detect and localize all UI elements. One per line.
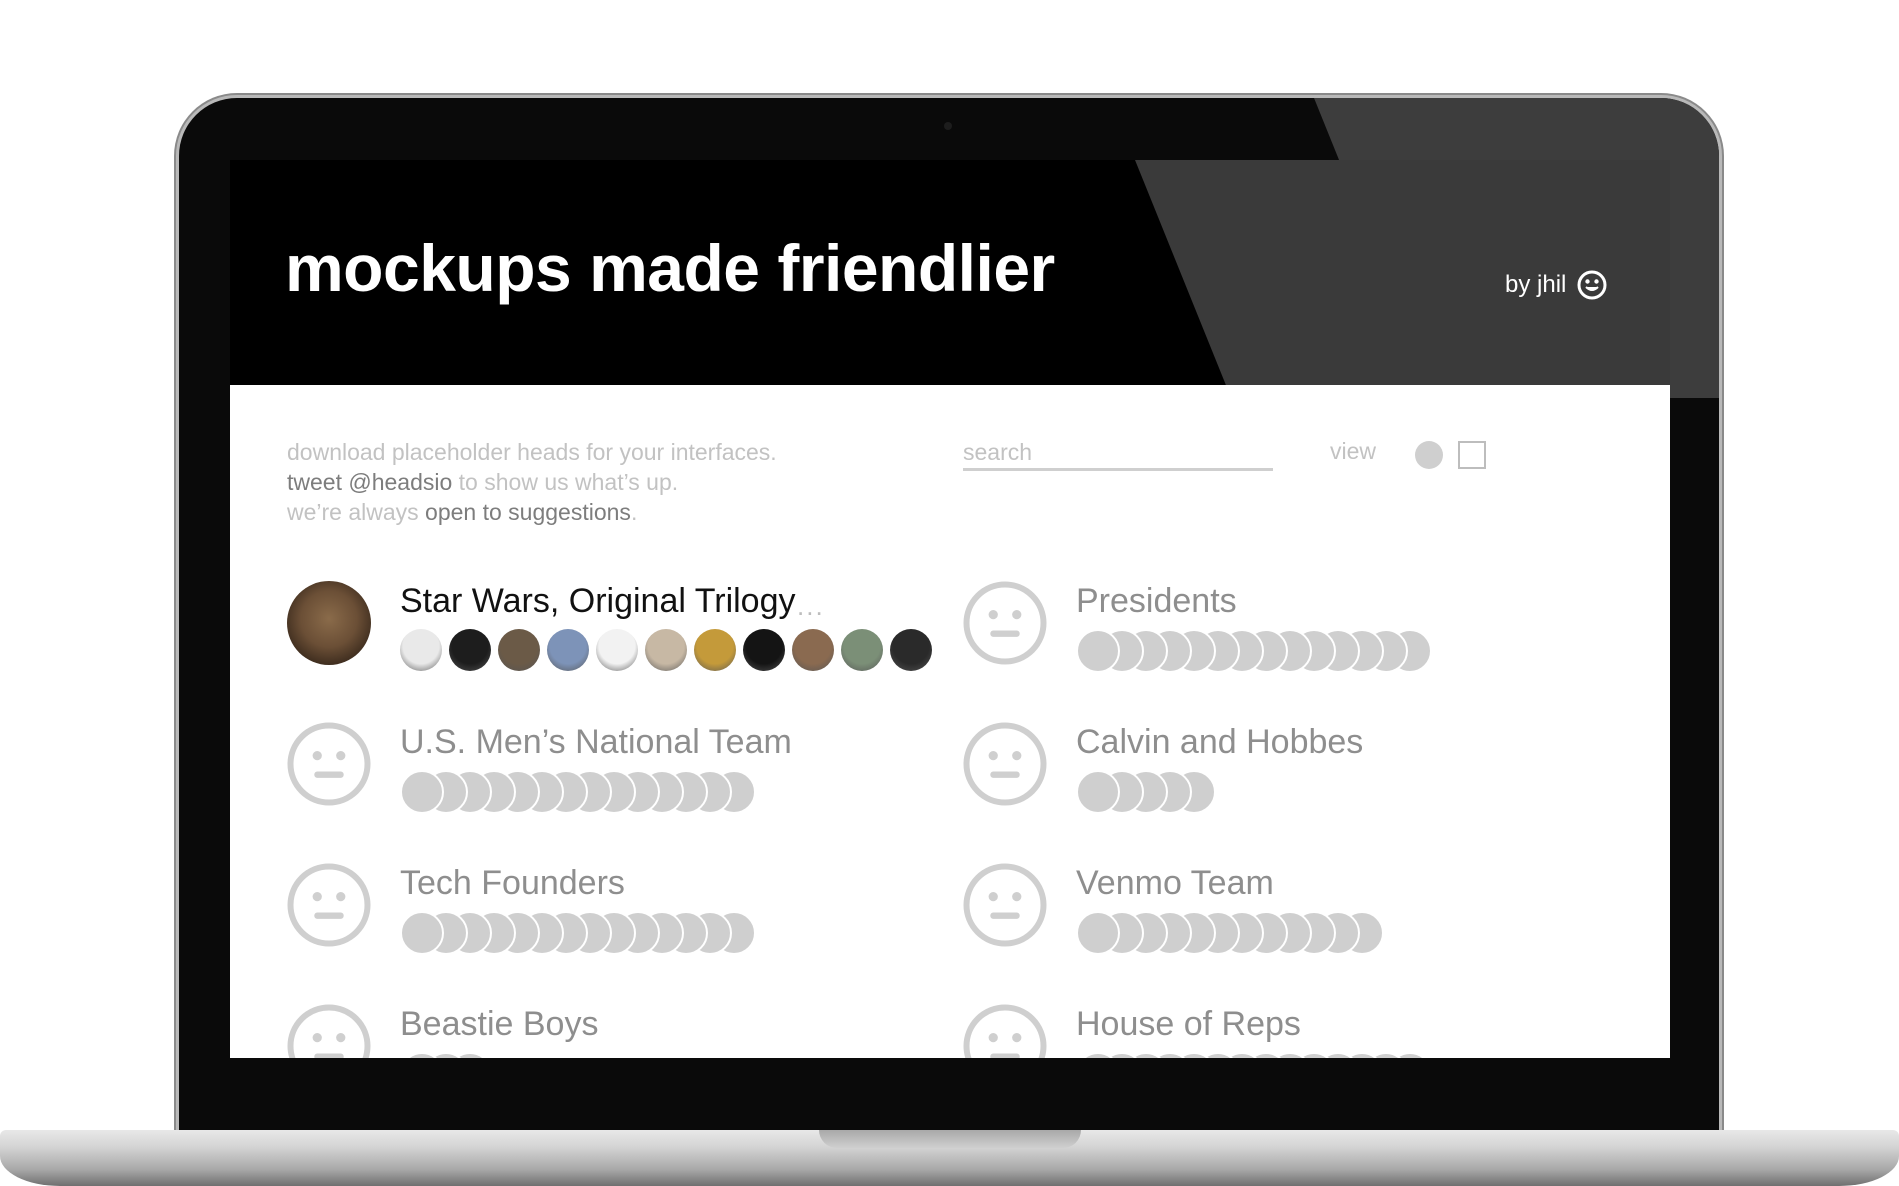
intro-line-3-start: we’re always <box>287 499 426 525</box>
collection-card[interactable]: Tech Founders <box>287 863 907 963</box>
intro-line-3: we’re always open to suggestions. <box>287 497 777 527</box>
head-avatar[interactable] <box>449 629 491 671</box>
collection-name: House of Reps <box>1076 1005 1301 1043</box>
placeholder-head <box>1076 629 1120 673</box>
head-avatar[interactable] <box>645 629 687 671</box>
twitter-link[interactable]: tweet @headsio <box>287 469 452 495</box>
neutral-face-icon <box>963 722 1047 806</box>
square-view-icon[interactable] <box>1458 441 1486 469</box>
more-heads-ellipsis[interactable]: ... <box>797 591 825 622</box>
collection-card[interactable]: Star Wars, Original Trilogy... <box>287 581 932 681</box>
collection-card[interactable]: Venmo Team <box>963 863 1583 963</box>
head-avatar[interactable] <box>400 629 442 671</box>
smiley-icon <box>1577 270 1607 300</box>
collection-card[interactable]: U.S. Men’s National Team <box>287 722 907 822</box>
suggestions-link[interactable]: open to suggestions <box>425 499 631 525</box>
screen: mockups made friendlier by jhil download… <box>230 160 1670 1058</box>
camera-icon <box>944 122 952 130</box>
neutral-face-icon <box>963 581 1047 665</box>
round-view-icon[interactable] <box>1415 441 1443 469</box>
collection-name: Beastie Boys <box>400 1005 599 1043</box>
hero-banner: mockups made friendlier by jhil <box>230 160 1670 385</box>
placeholder-head <box>1076 770 1120 814</box>
collection-name: Presidents <box>1076 582 1237 620</box>
head-avatar[interactable] <box>792 629 834 671</box>
placeholder-head <box>400 911 444 955</box>
intro-line-1: download placeholder heads for your inte… <box>287 439 777 465</box>
collection-card[interactable]: House of Reps <box>963 1004 1583 1058</box>
intro-line-2: tweet @headsio to show us what’s up. <box>287 467 777 497</box>
collection-name: Tech Founders <box>400 864 625 902</box>
intro-line-3-end: . <box>630 499 638 525</box>
neutral-face-icon <box>963 1004 1047 1058</box>
head-avatar[interactable] <box>841 629 883 671</box>
neutral-face-icon <box>963 863 1047 947</box>
search-input[interactable] <box>963 437 1273 471</box>
neutral-face-icon <box>287 863 371 947</box>
placeholder-head <box>400 770 444 814</box>
neutral-face-icon <box>287 722 371 806</box>
collection-card[interactable]: Presidents <box>963 581 1583 681</box>
head-avatar[interactable] <box>498 629 540 671</box>
head-avatar[interactable] <box>743 629 785 671</box>
placeholder-head <box>1076 911 1120 955</box>
collection-name: Calvin and Hobbes <box>1076 723 1364 761</box>
collection-card[interactable]: Calvin and Hobbes <box>963 722 1583 822</box>
intro-text: download placeholder heads for your inte… <box>287 437 777 527</box>
view-label: view <box>1330 438 1377 464</box>
site-title: mockups made friendlier <box>285 231 1055 305</box>
intro-line-2-rest: to show us what’s up. <box>452 469 679 495</box>
collection-card[interactable]: Beastie Boys <box>287 1004 907 1058</box>
neutral-face-icon <box>287 1004 371 1058</box>
head-avatar[interactable] <box>596 629 638 671</box>
head-avatar[interactable] <box>694 629 736 671</box>
head-avatar[interactable] <box>547 629 589 671</box>
laptop-notch <box>819 1130 1081 1148</box>
collection-cover-avatar <box>287 581 371 665</box>
head-avatar[interactable] <box>890 629 932 671</box>
collection-name: Venmo Team <box>1076 864 1274 902</box>
collection-name: Star Wars, Original Trilogy <box>400 582 796 620</box>
author-link[interactable]: by jhil <box>1505 269 1608 301</box>
collection-name: U.S. Men’s National Team <box>400 723 792 761</box>
byline-text: by jhil <box>1505 271 1567 298</box>
